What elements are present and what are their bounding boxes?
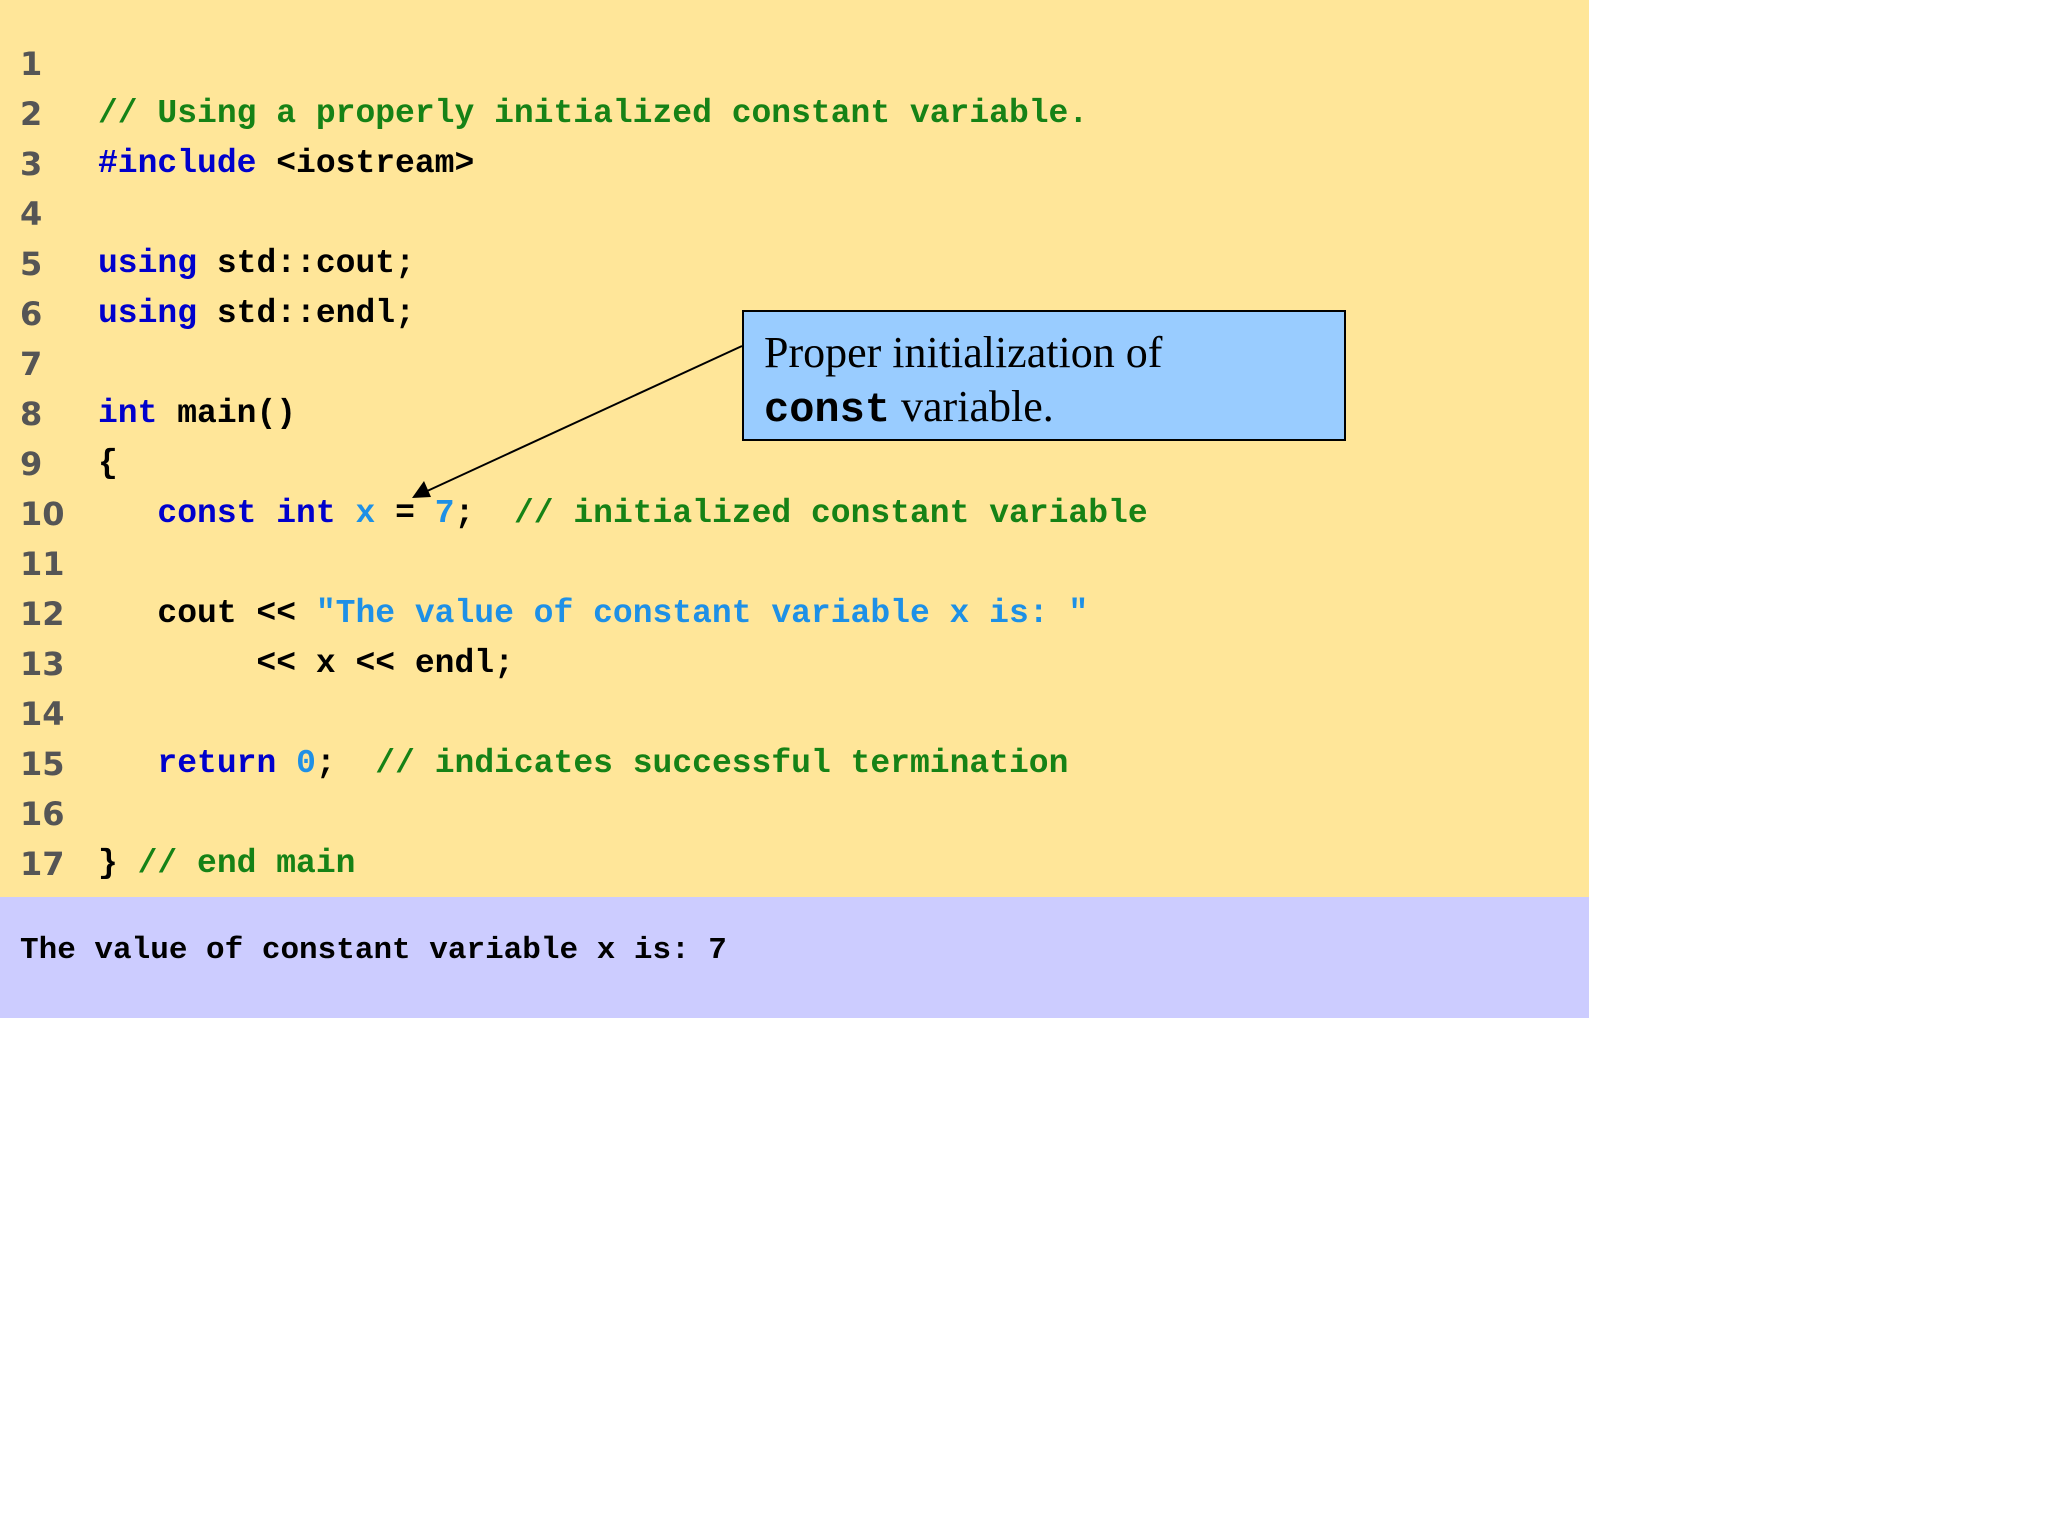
code-token-literal: 7	[434, 495, 455, 532]
code-text: const int x = 7; // initialized constant…	[98, 489, 1148, 539]
code-token-plain: ;	[454, 495, 514, 532]
code-text: // Using a properly initialized constant…	[98, 89, 1088, 139]
code-line: 4	[0, 189, 1589, 239]
program-output-text: The value of constant variable x is: 7	[20, 933, 727, 968]
line-number: 11	[20, 545, 65, 583]
program-output-panel: The value of constant variable x is: 7	[0, 897, 1589, 1018]
code-token-plain: <iostream>	[256, 145, 475, 182]
line-number: 15	[20, 745, 65, 783]
code-line: 16	[0, 789, 1589, 839]
code-token-keyword: return	[157, 745, 277, 782]
code-line: 15 return 0; // indicates successful ter…	[0, 739, 1589, 789]
code-listing-panel: 1 2// Using a properly initialized consta…	[0, 0, 1589, 897]
line-number: 14	[20, 695, 65, 733]
code-line: 2 // Using a properly initialized constan…	[0, 89, 1589, 139]
line-number: 8	[20, 395, 43, 433]
line-number: 7	[20, 345, 43, 383]
code-token-keyword: const int	[157, 495, 336, 532]
code-token-literal: 0	[296, 745, 316, 782]
line-number: 6	[20, 295, 43, 333]
callout-line-1: Proper initialization of	[764, 328, 1163, 377]
code-token-plain: ;	[315, 745, 376, 782]
code-line: 11	[0, 539, 1589, 589]
code-token-keyword: int	[98, 395, 158, 432]
code-text: using std::cout;	[98, 239, 415, 289]
code-token-comment: // Using a properly initialized constant…	[98, 95, 1089, 132]
code-line: 13 << x << endl;	[0, 639, 1589, 689]
code-token-comment: // end main	[137, 845, 356, 882]
line-number: 10	[20, 495, 65, 533]
code-text: int main()	[98, 389, 296, 439]
code-text: #include <iostream>	[98, 139, 474, 189]
line-number: 3	[20, 145, 43, 183]
callout-box: Proper initialization of const variable.	[742, 310, 1346, 441]
code-line: 12 cout << "The value of constant variab…	[0, 589, 1589, 639]
code-token-plain: main()	[157, 395, 297, 432]
line-number: 4	[20, 195, 43, 233]
code-text: using std::endl;	[98, 289, 415, 339]
code-text: } // end main	[98, 839, 355, 889]
callout-text: Proper initialization of const variable.	[764, 326, 1162, 437]
line-number: 16	[20, 795, 65, 833]
line-number: 12	[20, 595, 65, 633]
code-token-plain: {	[98, 445, 118, 482]
code-token-literal: "The value of constant variable x is: "	[315, 595, 1089, 632]
code-token-plain: }	[98, 845, 138, 882]
code-token-plain: << x << endl;	[98, 645, 514, 682]
code-token-keyword: #include	[98, 145, 257, 182]
code-token-keyword: using	[98, 295, 198, 332]
callout-code-word: const	[764, 386, 891, 434]
code-line: 5 using std::cout;	[0, 239, 1589, 289]
line-number: 5	[20, 245, 43, 283]
code-text: {	[98, 439, 118, 489]
code-token-keyword: using	[98, 245, 198, 282]
line-number: 13	[20, 645, 65, 683]
code-token-comment: // indicates successful termination	[375, 745, 1069, 782]
line-number: 9	[20, 445, 43, 483]
line-number: 2	[20, 95, 43, 133]
code-line: 17} // end main	[0, 839, 1589, 889]
code-line: 10 const int x = 7; // initialized const…	[0, 489, 1589, 539]
code-token-comment: // initialized constant variable	[513, 495, 1148, 532]
code-text: cout << "The value of constant variable …	[98, 589, 1088, 639]
code-token-plain: std::cout;	[197, 245, 415, 282]
code-text: << x << endl;	[98, 639, 514, 689]
code-line: 9{	[0, 439, 1589, 489]
code-line: 14	[0, 689, 1589, 739]
code-token-plain: =	[375, 495, 435, 532]
code-token-plain: std::endl;	[197, 295, 415, 332]
code-token-plain: cout <<	[98, 595, 316, 632]
code-text: return 0; // indicates successful termin…	[98, 739, 1068, 789]
code-line: 1	[0, 39, 1589, 89]
code-line: 3 #include <iostream>	[0, 139, 1589, 189]
code-token-literal: x	[355, 495, 376, 532]
line-number: 1	[20, 45, 43, 83]
line-number: 17	[20, 845, 65, 883]
callout-line-2: variable.	[890, 382, 1054, 431]
